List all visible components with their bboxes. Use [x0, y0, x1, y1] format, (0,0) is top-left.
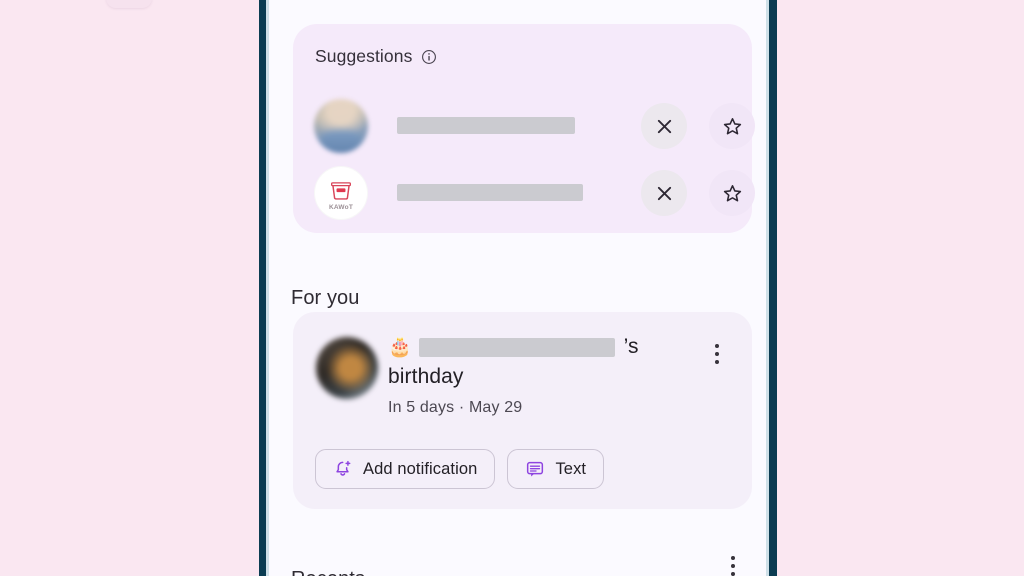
birthday-headline-line1: 🎂 ’s	[388, 332, 708, 362]
avatar[interactable]	[316, 337, 378, 399]
phone-bezel-left	[259, 0, 266, 576]
phone-screen: Suggestions KAWoT For you 🎂 ’s birthday …	[269, 0, 766, 576]
birthday-cake-icon: 🎂	[388, 336, 412, 358]
suggestions-card: Suggestions KAWoT	[293, 24, 755, 233]
favorite-suggestion-button[interactable]	[709, 103, 755, 149]
more-vert-icon-dot	[715, 344, 719, 348]
birthday-headline-line2: birthday	[388, 365, 464, 388]
redacted-contact-name	[397, 184, 583, 201]
for-you-section-title: For you	[291, 286, 360, 309]
dismiss-suggestion-button[interactable]	[641, 170, 687, 216]
suggestions-title: Suggestions	[315, 46, 413, 66]
dismiss-suggestion-button[interactable]	[641, 103, 687, 149]
avatar[interactable]	[314, 99, 368, 153]
suggestions-header: Suggestions	[315, 46, 437, 67]
more-vert-icon-dot	[715, 352, 719, 356]
more-vert-icon-dot	[731, 564, 735, 568]
phone-bezel-highlight-right	[766, 0, 769, 576]
screenshot-stage: Suggestions KAWoT For you 🎂 ’s birthday …	[0, 0, 1024, 576]
favorite-suggestion-button[interactable]	[709, 170, 755, 216]
birthday-card[interactable]: 🎂 ’s birthday In 5 days · May 29 Add not…	[293, 312, 752, 509]
text-button-label: Text	[555, 459, 587, 478]
recents-overflow-button[interactable]	[721, 548, 745, 576]
cup-logo-icon	[328, 177, 354, 203]
star-icon	[722, 183, 743, 204]
info-icon[interactable]	[421, 49, 437, 65]
add-notification-label: Add notification	[363, 459, 478, 478]
text-button[interactable]: Text	[507, 449, 605, 489]
add-notification-button[interactable]: Add notification	[315, 449, 496, 489]
avatar[interactable]: KAWoT	[314, 166, 368, 220]
birthday-card-overflow-button[interactable]	[705, 336, 729, 372]
possessive-suffix: ’s	[623, 335, 639, 358]
more-vert-icon-dot	[715, 360, 719, 364]
background-ghost-shape	[106, 0, 152, 8]
birthday-card-actions: Add notification Text	[315, 449, 605, 489]
more-vert-icon-dot	[731, 572, 735, 576]
recents-section-title: Recents	[291, 568, 365, 576]
redacted-contact-name	[418, 337, 615, 357]
star-icon	[722, 116, 743, 137]
more-vert-icon-dot	[731, 556, 735, 560]
birthday-card-text: 🎂 ’s birthday In 5 days · May 29	[388, 332, 708, 417]
close-icon	[654, 183, 675, 204]
message-icon	[525, 459, 545, 479]
phone-bezel-right	[769, 0, 777, 576]
suggestion-row[interactable]	[293, 98, 755, 154]
close-icon	[654, 116, 675, 137]
avatar-logo-text: KAWoT	[329, 204, 353, 211]
redacted-contact-name	[397, 117, 575, 134]
suggestion-row[interactable]: KAWoT	[293, 165, 755, 221]
birthday-subtitle: In 5 days · May 29	[388, 399, 523, 416]
add-notification-icon	[333, 459, 353, 479]
